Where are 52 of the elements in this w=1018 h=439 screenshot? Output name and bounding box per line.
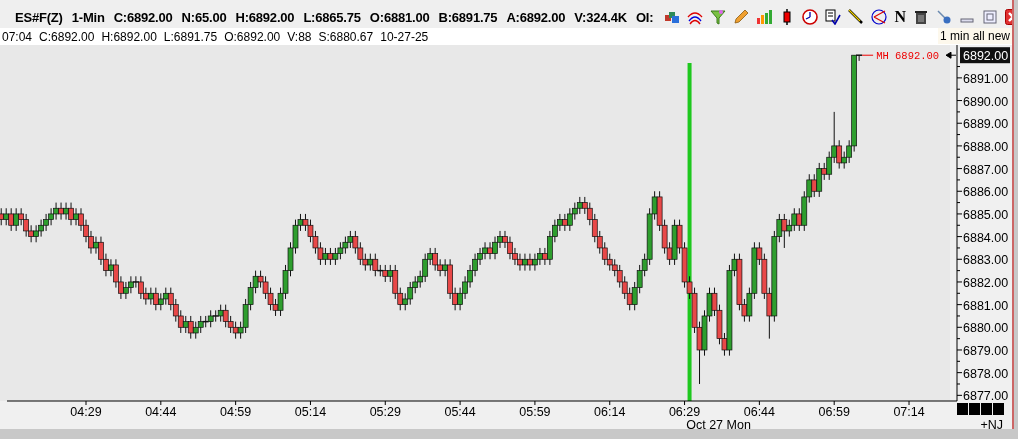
time-label: 05:29 [369,405,401,419]
quote-stat: L:6865.75 [303,9,361,25]
corner-label: +NJ [980,418,1003,429]
last-price-tag: 6892.00 [960,47,1010,64]
quote-stat: OI: [635,9,654,25]
marker-label: MH 6892.00 [876,50,940,63]
bar-stat: S:6880.67 [318,29,374,44]
interval-label: 1-Min [71,9,105,25]
time-label: 06:44 [743,405,775,419]
price-label: 6884.00 [963,230,1009,245]
time-label: 06:29 [668,405,701,419]
price-label: 6889.00 [963,117,1009,132]
price-label: 6880.00 [963,321,1009,336]
price-label: 6879.00 [963,344,1009,358]
bar-stat: V:88 [287,29,312,44]
price-label: 6890.00 [963,94,1009,109]
time-label: 05:14 [294,405,327,419]
price-label: 6886.00 [963,185,1009,200]
bar-stat: 10-27-25 [380,29,429,44]
time-label: 04:44 [145,405,177,419]
quote-stat: O:6881.00 [369,9,430,25]
bar-stat: L:6891.75 [163,29,218,44]
bar-stat: H:6892.00 [101,29,157,44]
time-label: 06:14 [594,405,626,419]
time-label: 04:29 [70,405,102,419]
quote-stat: V:324.4K [574,9,627,25]
bar-stat: 07:04 [2,29,33,44]
time-label: 07:14 [893,405,925,419]
price-label: 6881.00 [963,298,1009,313]
price-label: 6885.00 [963,207,1009,222]
time-label: 06:59 [818,405,850,419]
time-label: 04:59 [220,405,252,419]
quote-stat: B:6891.75 [438,9,498,25]
price-label: 6882.00 [963,275,1009,290]
price-label: 6891.00 [963,71,1009,86]
date-label: Oct 27 Mon [686,418,751,429]
price-label: 6878.00 [963,366,1009,381]
bar-stat: O:6892.00 [224,29,281,44]
price-label: 6888.00 [963,139,1009,154]
text-tool-button[interactable]: N [894,9,906,25]
quote-stat: H:6892.00 [235,9,295,25]
price-label: 6883.00 [963,253,1009,268]
symbol-label: ES#F(Z) [15,9,63,25]
price-label: 6877.00 [963,389,1009,404]
tooltip: 1 min all new [937,28,1012,44]
time-label: 05:44 [444,405,476,419]
price-label: 6887.00 [963,162,1009,177]
quote-stat: A:6892.00 [506,9,566,25]
bar-stat: C:6892.00 [39,29,95,44]
quote-stat: C:6892.00 [113,9,173,25]
quote-stat: N:65.00 [181,9,227,25]
time-label: 05:59 [519,405,551,419]
